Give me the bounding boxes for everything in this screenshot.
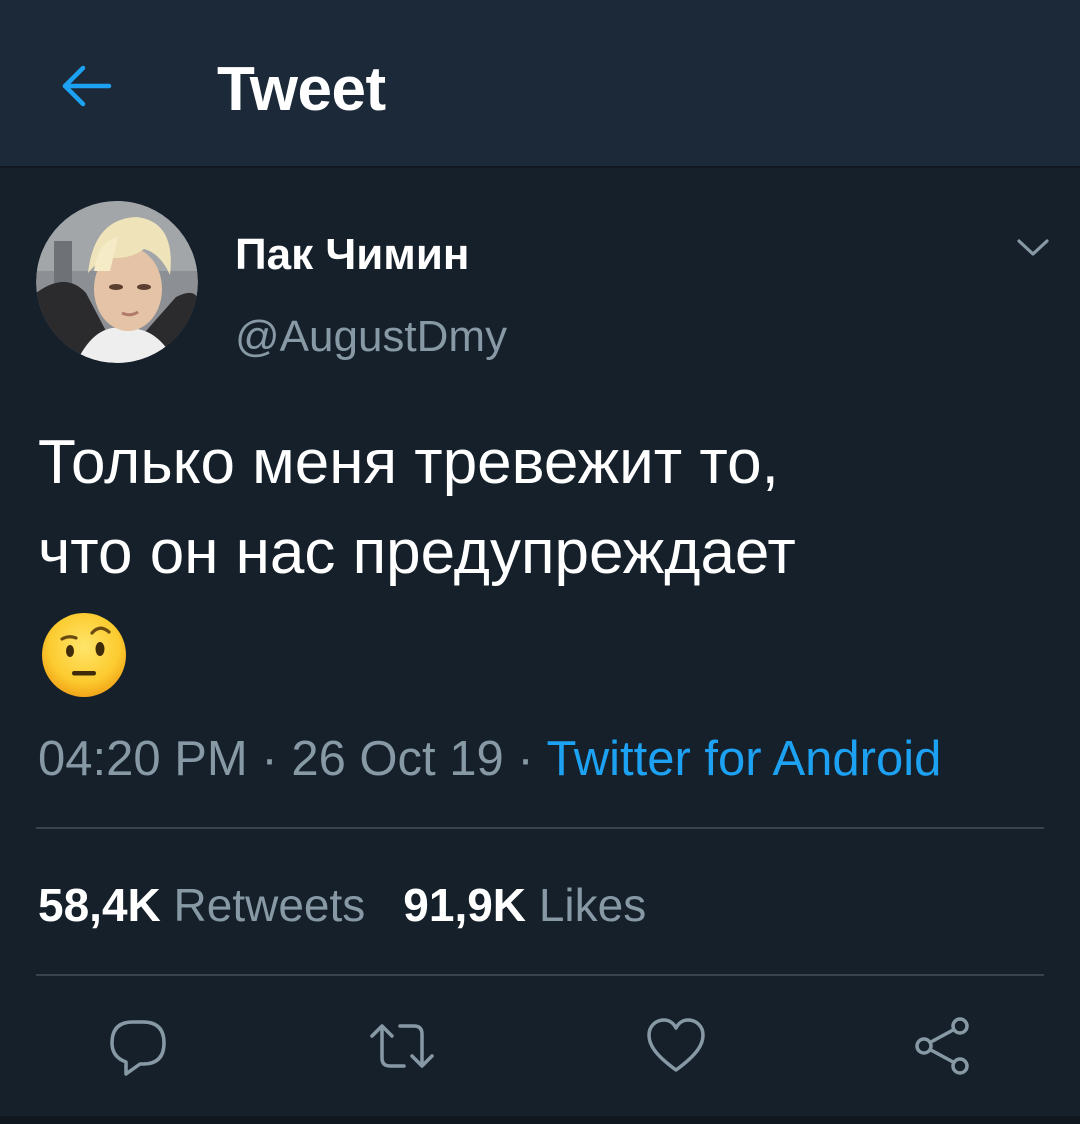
like-button[interactable] [640,1010,712,1082]
meta-separator: · [261,732,278,786]
share-button[interactable] [906,1010,978,1082]
divider [36,974,1044,976]
divider [36,827,1044,829]
reply-icon [110,1020,166,1076]
tweet-text: Только меня тревежит то, что он нас пред… [38,418,1048,598]
more-options-button[interactable] [1010,225,1056,271]
tweet-text-line: что он нас предупреждает [38,518,796,587]
retweets-stat[interactable]: 58,4K Retweets [38,879,365,931]
share-icon [915,1017,969,1075]
bottom-divider [0,1116,1080,1124]
retweets-count: 58,4K [38,879,161,931]
likes-stat[interactable]: 91,9K Likes [403,879,646,931]
meta-separator: · [517,732,534,786]
likes-count: 91,9K [403,879,527,931]
tweet-time: 04:20 PM [38,732,248,786]
retweet-icon [370,1024,434,1068]
tweet-detail-screen: Tweet Пак Чимин @AugustDmy Только меня т… [0,0,1080,1124]
page-title: Tweet [217,55,386,124]
author-handle[interactable]: @AugustDmy [235,304,507,370]
top-app-bar: Tweet [0,0,1080,168]
back-button[interactable] [50,50,122,122]
avatar-image [36,201,198,363]
tweet-metadata: 04:20 PM · 26 Oct 19 · Twitter for Andro… [38,727,941,791]
tweet-stats: 58,4K Retweets 91,9K Likes [38,872,646,938]
like-icon [647,1018,705,1072]
retweets-label: Retweets [173,879,366,931]
tweet-date: 26 Oct 19 [291,732,504,786]
chevron-down-icon [1017,239,1049,256]
reply-button[interactable] [102,1010,174,1082]
tweet-text-line: Только меня тревежит то, [38,428,779,497]
retweet-button[interactable] [366,1010,438,1082]
likes-label: Likes [538,879,647,931]
tweet-source-link[interactable]: Twitter for Android [546,732,941,786]
arrow-left-icon [62,65,112,107]
author-display-name[interactable]: Пак Чимин [235,222,469,288]
avatar[interactable] [36,201,198,363]
face-with-raised-eyebrow-emoji [42,613,126,697]
